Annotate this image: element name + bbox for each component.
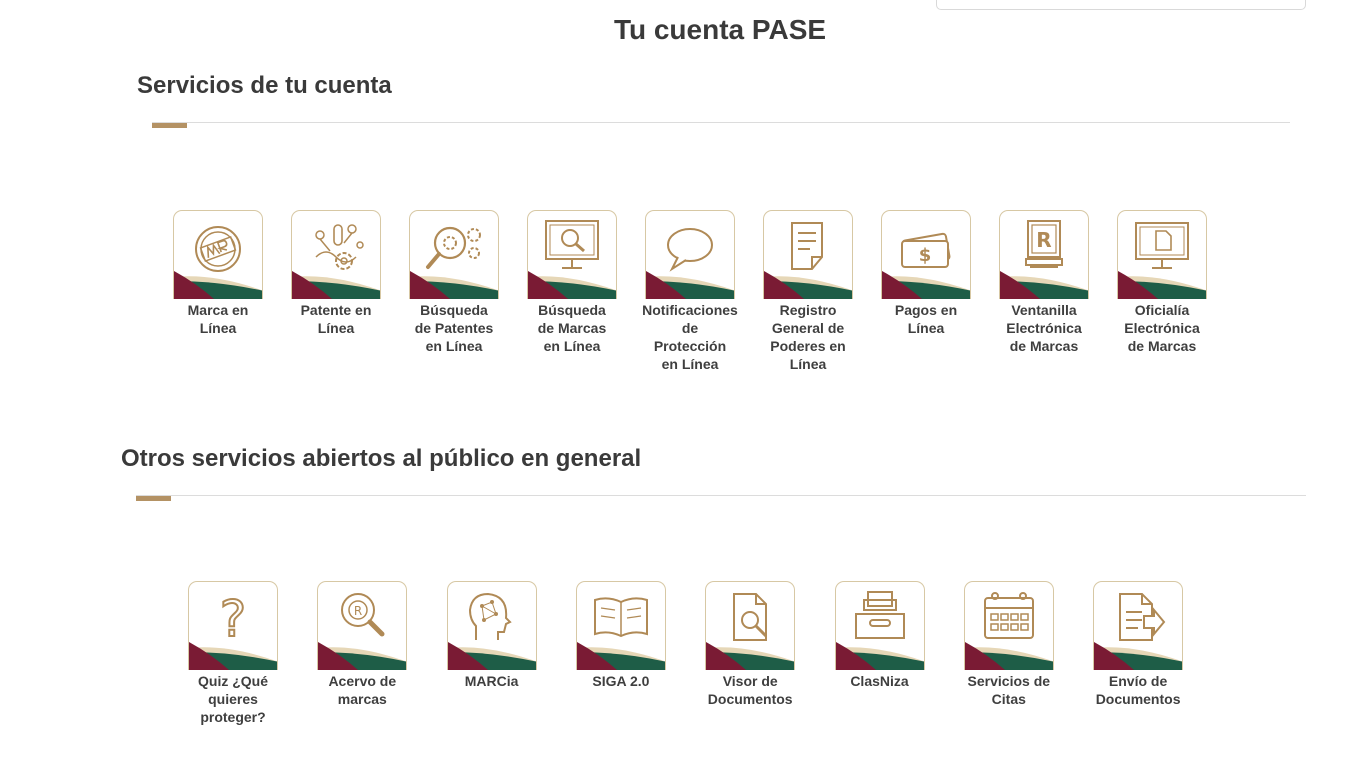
svg-text:R: R [354,604,362,618]
service-tile[interactable] [446,581,537,670]
section-divider [136,495,1306,496]
public-service-card[interactable]: Servicios de Citas [963,581,1056,708]
service-label: Envío de Documentos [1095,673,1181,707]
public-service-card[interactable]: Visor de Documentos [705,581,797,708]
service-label: Acervo de marcas [328,673,397,707]
service-tile[interactable] [763,210,853,299]
public-service-card[interactable]: R Acervo de marcas [317,581,409,708]
account-service-card[interactable]: Búsqueda de Marcas en Línea [527,210,619,355]
service-tile[interactable] [1117,210,1207,299]
service-label: Oficialía Electrónica de Marcas [1124,302,1200,354]
service-label: MARCia [464,673,519,689]
public-service-card[interactable]: ClasNiza [834,581,927,690]
tile-decorative-band [835,642,924,670]
service-label: SIGA 2.0 [592,673,650,689]
public-service-card[interactable]: Envío de Documentos [1093,581,1185,708]
service-label: Ventanilla Electrónica de Marcas [1006,302,1082,354]
account-service-card[interactable]: Patente en Línea [291,210,383,337]
service-tile[interactable]: ? [188,581,278,670]
section-title-public: Otros servicios abiertos al público en g… [121,445,642,472]
tile-decorative-band [1118,271,1206,299]
service-tile[interactable]: $ [881,210,971,299]
tile-decorative-band [764,271,852,299]
service-tile[interactable] [173,210,263,299]
service-tile[interactable] [527,210,617,299]
page-title: Tu cuenta PASE [613,14,827,45]
section-divider-accent [152,123,187,128]
service-tile[interactable] [963,581,1054,670]
service-tile[interactable] [705,581,796,670]
account-service-card[interactable]: Notificaciones de Protección en Línea [642,210,738,373]
service-label: Notificaciones de Protección en Línea [642,302,738,372]
section-divider-accent [136,496,171,501]
service-label: Quiz ¿Qué quieres proteger? [198,673,268,725]
tile-decorative-band [1000,271,1088,299]
section-divider [152,122,1290,123]
service-label: ClasNiza [850,673,909,689]
service-label: Pagos en Línea [894,302,958,336]
account-service-card[interactable]: Búsqueda de Patentes en Línea [409,210,501,355]
public-service-card[interactable]: SIGA 2.0 [575,581,668,690]
tile-decorative-band [292,271,380,299]
tile-decorative-band [1094,642,1183,670]
service-tile[interactable]: R [999,210,1089,299]
public-service-card[interactable]: MARCia [446,581,539,690]
account-service-card[interactable]: R Ventanilla Electrónica de Marcas [999,210,1091,355]
svg-text:R: R [1036,228,1051,252]
section-title-account: Servicios de tu cuenta [137,72,392,99]
service-tile[interactable] [575,581,666,670]
service-label: Patente en Línea [300,302,372,336]
account-service-card[interactable]: Marca en Línea [173,210,265,337]
service-tile[interactable] [409,210,499,299]
tile-decorative-band [174,271,262,299]
svg-text:$: $ [919,245,932,266]
account-service-card[interactable]: $ Pagos en Línea [881,210,973,337]
service-tile[interactable]: R [317,581,408,670]
service-tile[interactable] [645,210,735,299]
tile-decorative-band [318,642,407,670]
tile-decorative-band [706,642,795,670]
public-service-card[interactable]: ? Quiz ¿Qué quieres proteger? [188,581,280,726]
service-label: Búsqueda de Patentes en Línea [414,302,494,354]
service-label: Servicios de Citas [967,673,1051,707]
tile-decorative-band [646,271,734,299]
tile-decorative-band [964,642,1053,670]
service-tile[interactable] [1093,581,1184,670]
service-label: Marca en Línea [187,302,249,336]
service-label: Búsqueda de Marcas en Línea [537,302,607,354]
tile-decorative-band [189,642,277,670]
top-search-box[interactable] [936,0,1306,10]
tile-decorative-band [410,271,498,299]
service-tile[interactable] [834,581,925,670]
tile-decorative-band [447,642,536,670]
account-service-card[interactable]: Registro General de Poderes en Línea [763,210,855,373]
service-tile[interactable] [291,210,381,299]
service-label: Visor de Documentos [707,673,793,707]
tile-decorative-band [528,271,616,299]
tile-decorative-band [882,271,970,299]
service-label: Registro General de Poderes en Línea [770,302,846,372]
account-service-card[interactable]: Oficialía Electrónica de Marcas [1117,210,1209,355]
tile-decorative-band [576,642,665,670]
